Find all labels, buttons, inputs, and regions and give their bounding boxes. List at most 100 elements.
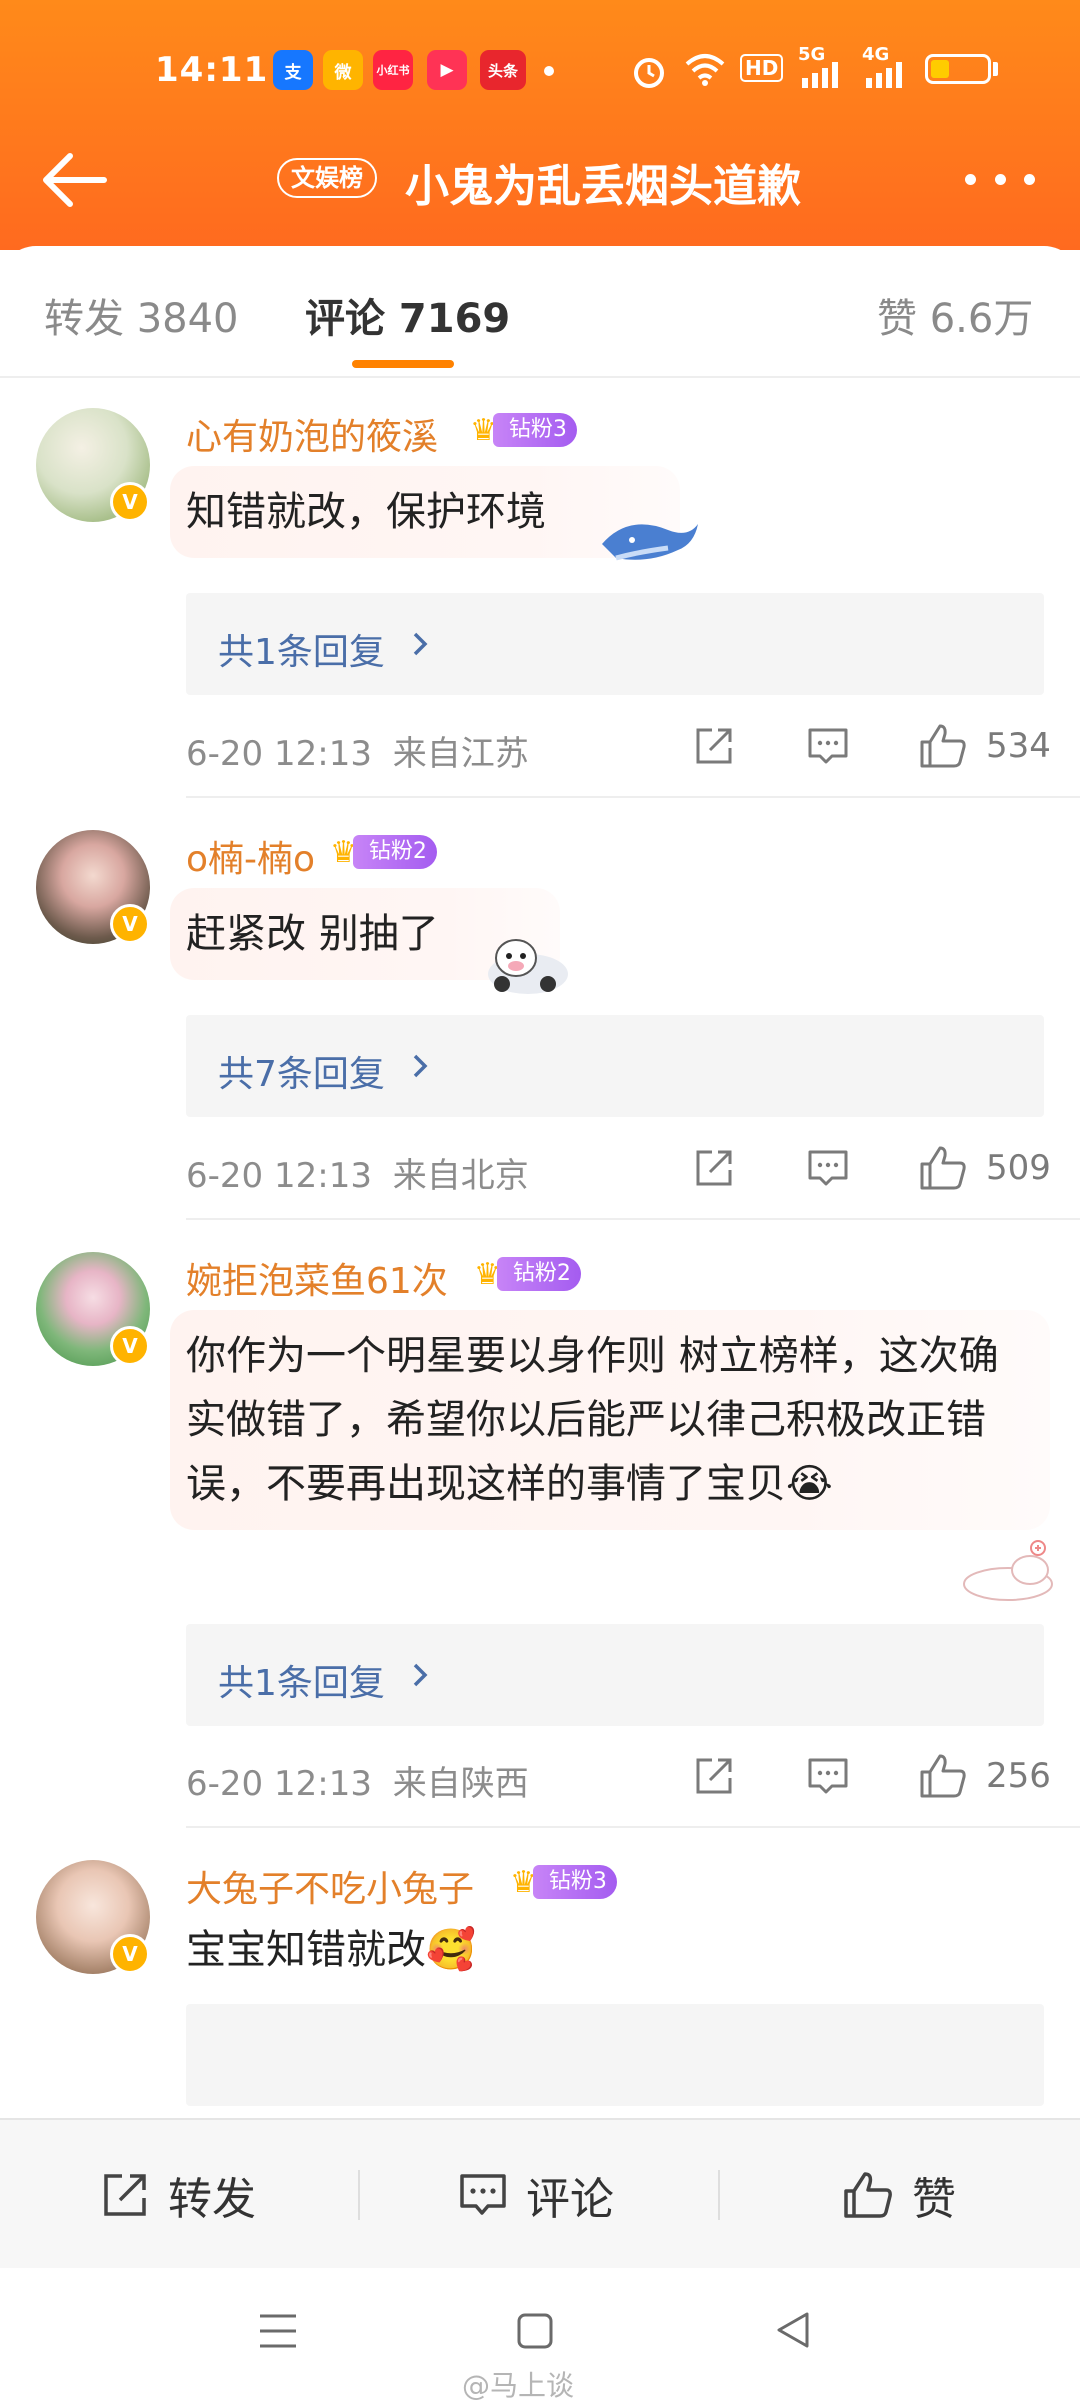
notification-dot <box>544 66 554 76</box>
thumbs-up-icon[interactable] <box>918 722 968 770</box>
alarm-icon <box>634 58 664 88</box>
toolbar-divider <box>358 2170 360 2220</box>
reply-link[interactable]: 共1条回复 <box>218 1654 385 1706</box>
more-options-button[interactable] <box>965 164 1035 194</box>
comment-text: 宝宝知错就改🥰 <box>186 1927 476 1973</box>
tabs-divider <box>0 376 1080 378</box>
comment-divider <box>186 1218 1080 1220</box>
back-triangle-icon[interactable] <box>774 2310 812 2350</box>
repost-button[interactable]: 转发 <box>100 2120 256 2270</box>
comment-button[interactable]: 评论 <box>458 2120 614 2270</box>
share-icon[interactable] <box>692 1754 736 1798</box>
verified-icon: V <box>110 1326 150 1366</box>
whale-sticker-icon <box>602 524 698 561</box>
thumbs-up-icon <box>844 2172 892 2218</box>
status-time: 14:11 <box>155 50 269 90</box>
fan-level: 钻粉2 <box>352 835 437 869</box>
like-count: 256 <box>986 1756 1051 1796</box>
reply-summary[interactable]: 共1条回复 <box>186 593 1044 695</box>
comment-time: 6-20 12:13 来自北京 <box>186 1148 529 1197</box>
avatar[interactable]: V <box>36 408 150 522</box>
reply-summary[interactable]: 共1条回复 <box>186 1624 1044 1726</box>
header: 14:11 支 微 小红书 ▶ 头条 HD 5G 4G 文娱榜 小鬼为乱丢烟头道… <box>0 0 1080 250</box>
tab-bar: 转发 3840 评论 7169 赞 6.6万 <box>0 246 1080 376</box>
wifi-icon <box>685 54 725 86</box>
comment-icon[interactable] <box>806 1146 850 1190</box>
chevron-right-icon <box>413 632 428 656</box>
location: 来自陕西 <box>392 1764 529 1804</box>
cow-sticker-icon <box>488 939 568 994</box>
location: 来自北京 <box>392 1156 529 1196</box>
signal-icon-2 <box>866 62 902 88</box>
system-nav-bar: @马上谈 <box>0 2268 1080 2400</box>
location: 来自江苏 <box>392 734 529 774</box>
timestamp: 6-20 12:13 <box>186 1764 372 1804</box>
timestamp: 6-20 12:13 <box>186 734 372 774</box>
back-arrow-icon[interactable] <box>40 150 110 210</box>
avatar[interactable]: V <box>36 1860 150 1974</box>
tab-comments[interactable]: 评论 7169 <box>305 286 510 344</box>
fan-level: 钻粉3 <box>492 413 577 447</box>
username[interactable]: 心有奶泡的筱溪 <box>186 408 438 460</box>
tab-likes[interactable]: 赞 6.6万 <box>877 286 1033 344</box>
username[interactable]: o楠-楠o <box>186 830 315 882</box>
share-icon[interactable] <box>692 1146 736 1190</box>
toolbar-divider <box>718 2170 720 2220</box>
dot-icon <box>965 173 976 185</box>
weibo-icon: 微 <box>323 50 363 90</box>
comment-divider <box>186 1826 1080 1828</box>
dot-icon <box>994 173 1006 185</box>
comment-divider <box>186 796 1080 798</box>
like-count: 534 <box>986 726 1051 766</box>
ranking-tag[interactable]: 文娱榜 <box>277 158 377 198</box>
dot-icon <box>1024 173 1035 185</box>
fan-level: 钻粉3 <box>532 1865 617 1899</box>
navbar: 文娱榜 小鬼为乱丢烟头道歉 <box>0 140 1080 220</box>
page-title: 小鬼为乱丢烟头道歉 <box>405 161 801 212</box>
signal-icon <box>802 62 838 88</box>
comment-icon[interactable] <box>806 724 850 768</box>
thumbs-up-icon[interactable] <box>918 1752 968 1800</box>
avatar[interactable]: V <box>36 1252 150 1366</box>
battery-cap <box>993 62 998 76</box>
fan-level: 钻粉2 <box>496 1257 581 1291</box>
toutiao-icon: 头条 <box>480 50 526 90</box>
comment-icon <box>460 2174 506 2215</box>
avatar[interactable]: V <box>36 830 150 944</box>
chevron-right-icon <box>413 1054 428 1078</box>
fan-badge: ♛ 钻粉2 <box>330 834 437 870</box>
timestamp: 6-20 12:13 <box>186 1156 372 1196</box>
fan-badge: ♛ 钻粉3 <box>510 1864 617 1900</box>
reply-link[interactable]: 共1条回复 <box>218 623 385 675</box>
home-icon[interactable] <box>516 2312 554 2350</box>
cat-sticker-icon <box>963 1540 1053 1601</box>
username[interactable]: 婉拒泡菜鱼61次 <box>186 1252 448 1304</box>
reply-link[interactable]: 共7条回复 <box>218 1045 385 1097</box>
comment-text: 你作为一个明星要以身作则 树立榜样，这次确实做错了，希望你以后能严以律己积极改正… <box>170 1310 1050 1530</box>
like-label: 赞 <box>912 2174 956 2225</box>
verified-icon: V <box>110 482 150 522</box>
reply-summary[interactable]: 共7条回复 <box>186 1015 1044 1117</box>
hd-indicator: HD <box>740 54 784 82</box>
menu-icon[interactable] <box>258 2312 298 2350</box>
chevron-right-icon <box>413 1663 428 1687</box>
comment-time: 6-20 12:13 来自江苏 <box>186 726 529 775</box>
status-bar: 14:11 支 微 小红书 ▶ 头条 HD 5G 4G <box>0 38 1080 108</box>
like-count: 509 <box>986 1148 1051 1188</box>
thumbs-up-icon[interactable] <box>918 1144 968 1192</box>
bottom-toolbar: 转发 评论 赞 <box>0 2118 1080 2268</box>
comment-time: 6-20 12:13 来自陕西 <box>186 1756 529 1805</box>
repost-label: 转发 <box>168 2174 256 2225</box>
share-icon <box>104 2174 146 2216</box>
alipay-icon: 支 <box>273 50 313 90</box>
verified-icon: V <box>110 1934 150 1974</box>
video-icon: ▶ <box>427 50 467 90</box>
like-button[interactable]: 赞 <box>842 2120 956 2270</box>
tab-repost[interactable]: 转发 3840 <box>44 286 239 344</box>
fan-badge: ♛ 钻粉2 <box>474 1256 581 1292</box>
reply-summary[interactable] <box>186 2004 1044 2106</box>
comment-icon[interactable] <box>806 1754 850 1798</box>
comment-label: 评论 <box>526 2174 614 2225</box>
share-icon[interactable] <box>692 724 736 768</box>
username[interactable]: 大兔子不吃小兔子 <box>186 1860 474 1912</box>
